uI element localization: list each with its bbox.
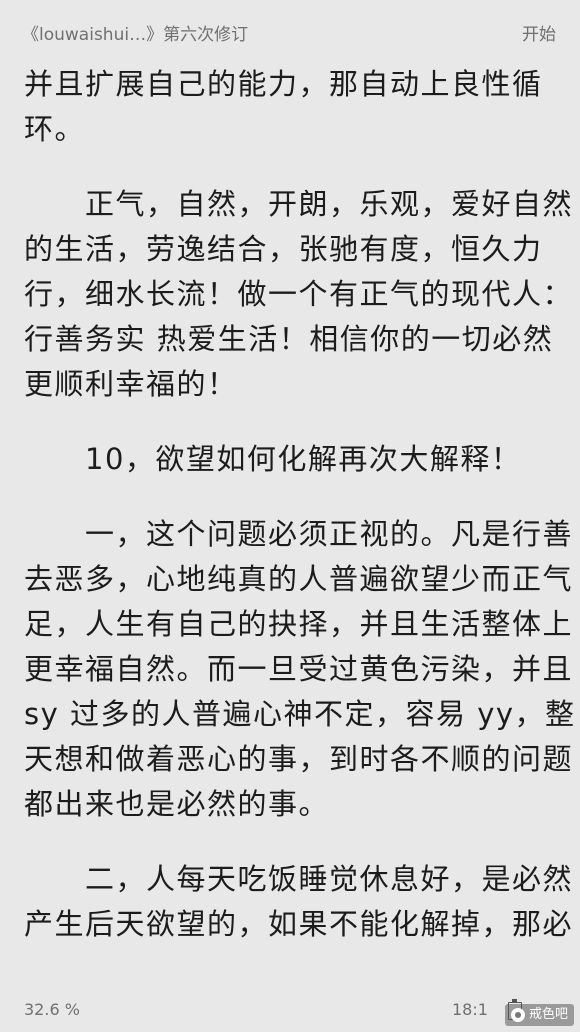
- book-title: 《louwaishui…》第六次修订: [22, 25, 249, 45]
- text-line: 一，这个问题必须正视的。凡是行善: [24, 517, 574, 551]
- text-line: 更幸福自然。而一旦受过黄色污染，并且: [24, 652, 574, 686]
- text-line: 二，人每天吃饭睡觉休息好，是必然: [24, 862, 574, 896]
- text-line: 10，欲望如何化解再次大解释！: [24, 442, 522, 476]
- text-line: 行，细水长流！做一个有正气的现代人：: [24, 277, 574, 311]
- text-line: 产生后天欲望的，如果不能化解掉，那必: [24, 907, 574, 941]
- text-line: 天想和做着恶心的事，到时各不顺的问题: [24, 742, 574, 776]
- text-line: 行善务实 热爱生活！相信你的一切必然: [24, 322, 554, 356]
- text-line: 去恶多，心地纯真的人普遍欲望少而正气: [24, 562, 574, 596]
- reader-header: 《louwaishui…》第六次修订 开始: [0, 0, 580, 60]
- clock-time: 18:1: [452, 1000, 488, 1019]
- start-button[interactable]: 开始: [522, 20, 556, 45]
- tieba-logo-icon: [510, 1008, 525, 1022]
- text-line: 足，人生有自己的抉择，并且生活整体上: [24, 607, 574, 641]
- text-line: 都出来也是必然的事。: [24, 787, 330, 821]
- reading-progress: 32.6 %: [24, 1000, 80, 1019]
- watermark: 戒色吧: [504, 1004, 574, 1026]
- text-line: 更顺利幸福的！: [24, 367, 238, 401]
- reader-footer: 32.6 % 18:1: [0, 992, 580, 1032]
- text-line: 并且扩展自己的能力，那自动上良性循: [24, 67, 543, 101]
- watermark-text: 戒色吧: [528, 1007, 568, 1022]
- text-line: sy 过多的人普遍心神不定，容易 yy，整: [24, 697, 576, 731]
- reading-content: 并且扩展自己的能力，那自动上良性循 环。 正气，自然，开朗，乐观，爱好自然 的生活，…: [24, 62, 576, 947]
- text-line: 环。: [24, 112, 86, 146]
- text-line: 的生活，劳逸结合，张驰有度，恒久力: [24, 232, 543, 266]
- text-line: 正气，自然，开朗，乐观，爱好自然: [24, 187, 574, 221]
